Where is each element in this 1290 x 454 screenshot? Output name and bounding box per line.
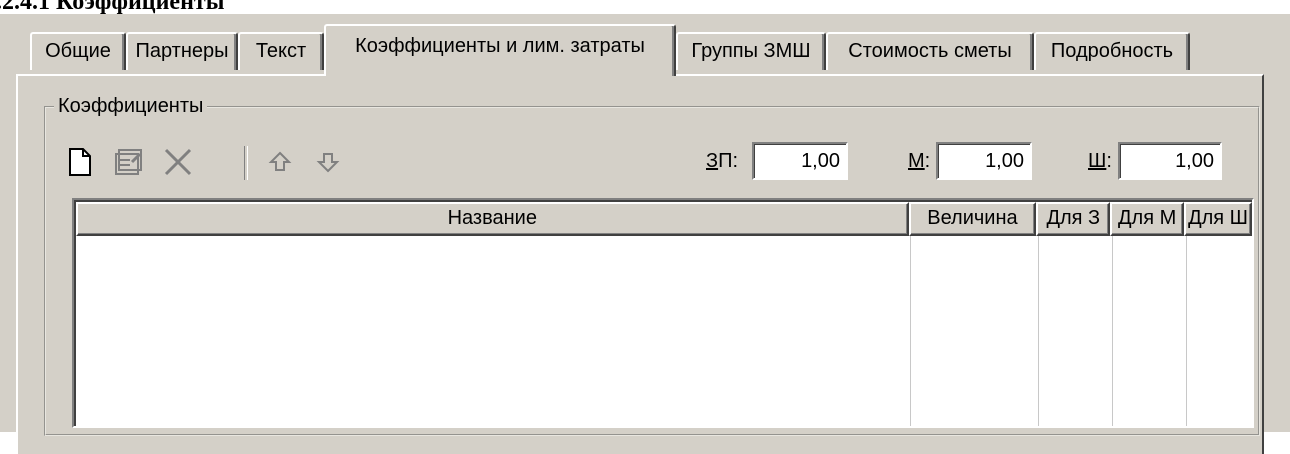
tab-panel-coefficients: Коэффициенты ЗП: 1,00 М: 1,00 Ш: 1,00 На… <box>16 74 1264 454</box>
column-header-for-m[interactable]: Для М <box>1110 202 1185 236</box>
coefficients-table[interactable]: Название Величина Для З Для М Для Ш <box>72 198 1254 428</box>
column-header-value[interactable]: Величина <box>908 202 1037 236</box>
group-title: Коэффициенты <box>54 94 208 118</box>
table-header: Название Величина Для З Для М Для Ш <box>76 202 1252 236</box>
dialog-window: Общие Партнеры Текст Коэффициенты и лим.… <box>0 14 1290 454</box>
tab-strip: Общие Партнеры Текст Коэффициенты и лим.… <box>30 24 1260 76</box>
sh-label: Ш: <box>1088 150 1112 172</box>
zp-label: ЗП: <box>706 150 739 172</box>
column-divider <box>1112 236 1113 426</box>
coefficients-groupbox: Коэффициенты ЗП: 1,00 М: 1,00 Ш: 1,00 На… <box>44 94 1260 436</box>
delete-icon[interactable] <box>158 142 198 182</box>
column-header-for-sh[interactable]: Для Ш <box>1184 202 1252 236</box>
m-coefficient-input[interactable] <box>936 142 1032 180</box>
new-document-icon[interactable] <box>60 142 100 182</box>
sh-coefficient-input[interactable] <box>1118 142 1222 180</box>
tab-coefficients[interactable]: Коэффициенты и лим. затраты <box>324 24 676 76</box>
tab-text[interactable]: Текст <box>238 32 324 70</box>
move-down-icon[interactable] <box>308 142 348 182</box>
column-header-for-z[interactable]: Для З <box>1036 202 1111 236</box>
tab-zmsh-groups[interactable]: Группы ЗМШ <box>676 32 826 70</box>
toolbar <box>60 142 360 182</box>
column-header-name[interactable]: Название <box>76 202 909 236</box>
tab-general[interactable]: Общие <box>30 32 126 70</box>
toolbar-separator <box>244 146 248 180</box>
zp-coefficient-input[interactable] <box>752 142 848 180</box>
tab-details[interactable]: Подробность <box>1034 32 1190 70</box>
properties-icon[interactable] <box>108 142 148 182</box>
tab-partners[interactable]: Партнеры <box>126 32 238 70</box>
m-label: М: <box>908 150 931 172</box>
tab-estimate-cost[interactable]: Стоимость сметы <box>826 32 1034 70</box>
move-up-icon[interactable] <box>260 142 300 182</box>
column-divider <box>910 236 911 426</box>
column-divider <box>1038 236 1039 426</box>
column-divider <box>1186 236 1187 426</box>
